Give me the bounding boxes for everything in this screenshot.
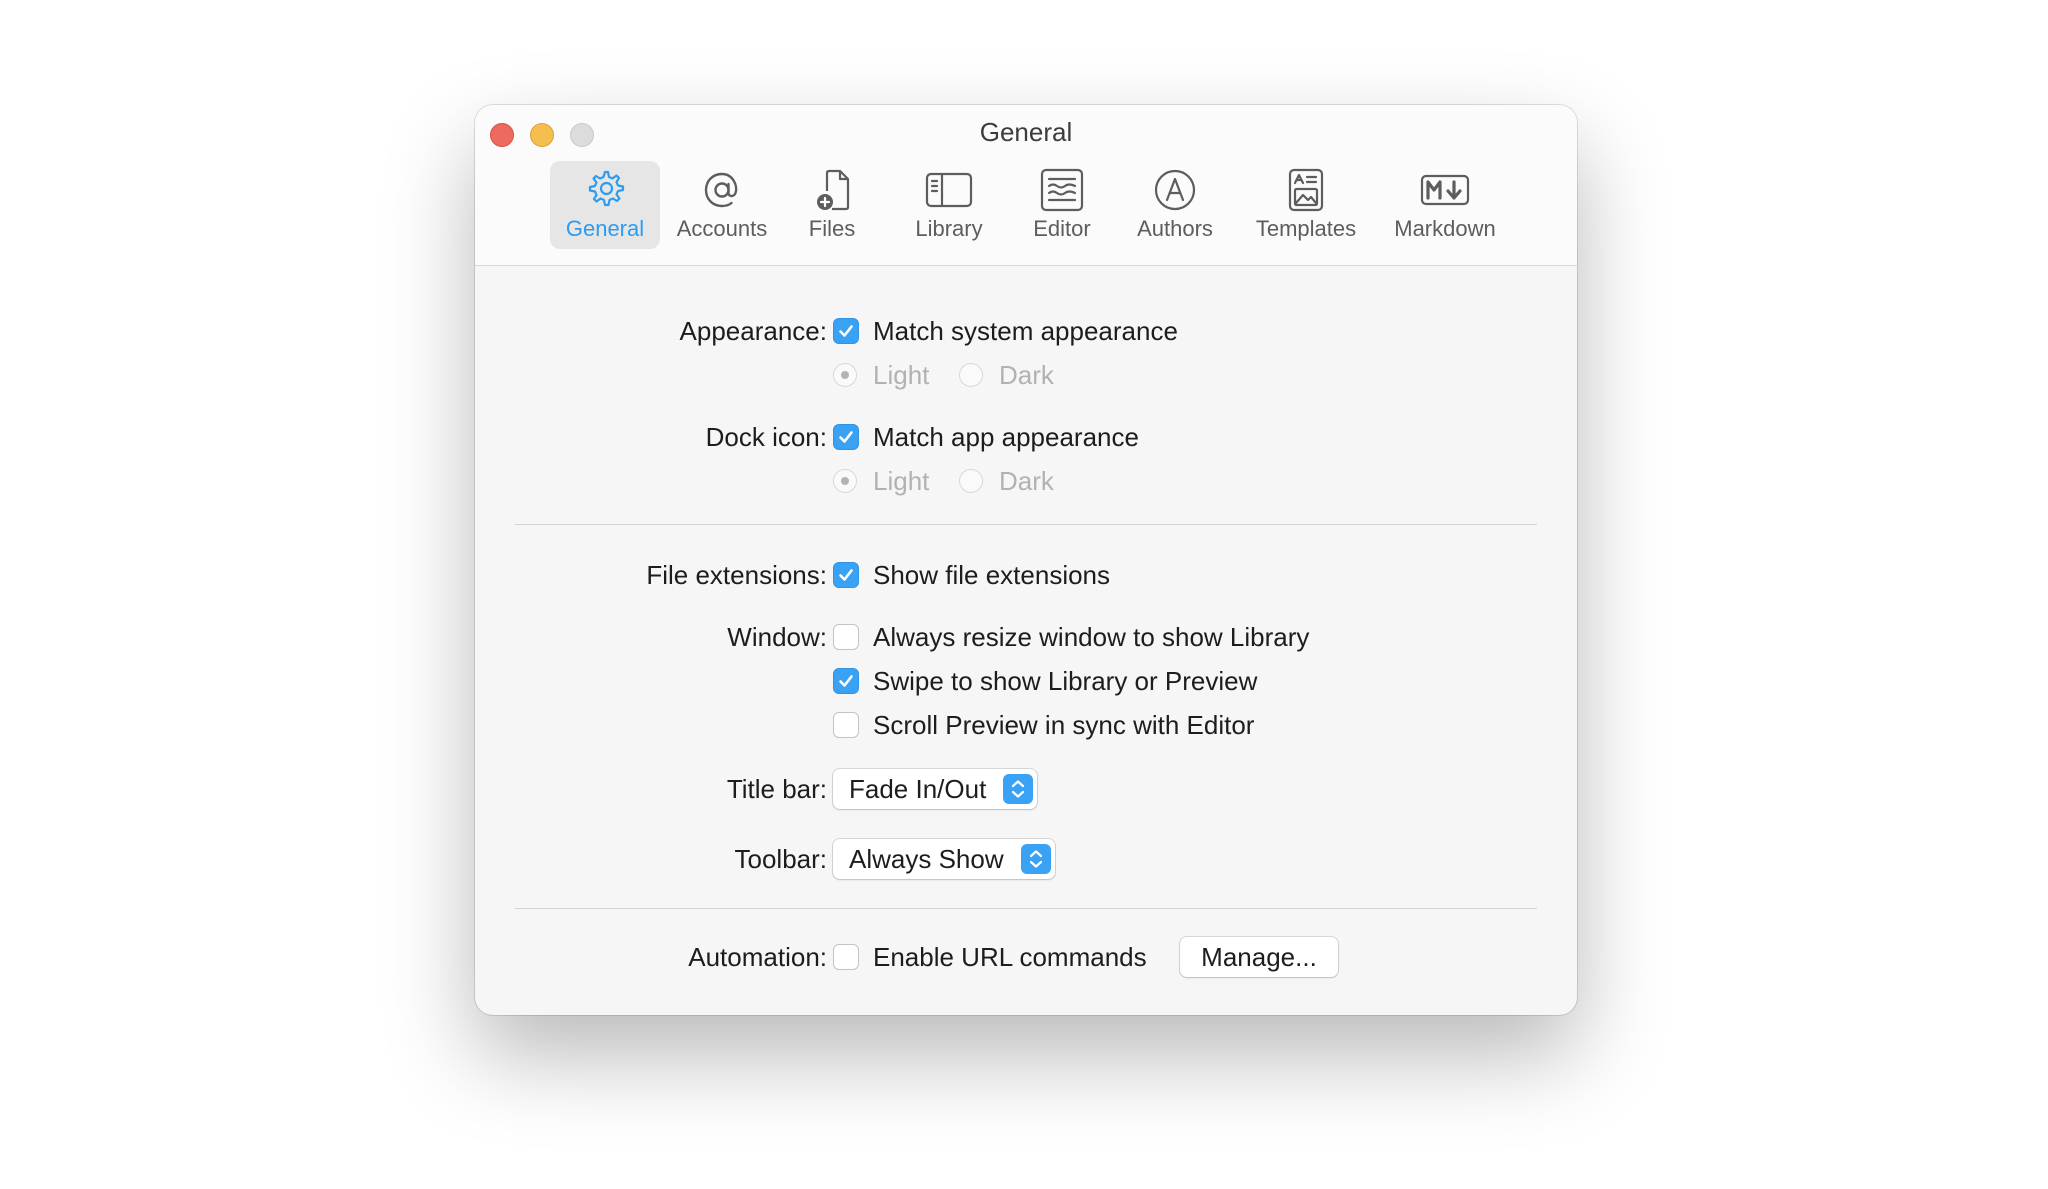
scroll-preview-sync-checkbox[interactable] [833,712,859,738]
tab-general[interactable]: General [550,161,660,249]
dock-light-label: Light [873,466,930,496]
tab-library-label: Library [915,216,983,241]
window-label: Window: [727,622,827,652]
sidebar-icon [924,167,974,213]
show-file-extensions-label: Show file extensions [873,560,1111,590]
tab-files-label: Files [808,216,856,241]
appearance-dark-radio[interactable] [959,363,983,387]
tab-markdown[interactable]: Markdown [1375,161,1515,249]
toolbar-value: Always Show [849,844,1004,874]
always-resize-window-checkbox[interactable] [833,624,859,650]
checkmark-icon [839,675,853,687]
tab-authors-label: Authors [1137,216,1213,241]
appearance-light-radio[interactable] [833,363,857,387]
file-extensions-label: File extensions: [646,560,827,590]
tab-templates-label: Templates [1255,216,1357,241]
window-title: General [979,117,1073,147]
tab-accounts-label: Accounts [676,216,768,241]
tab-library[interactable]: Library [899,161,999,249]
match-app-appearance-label: Match app appearance [873,422,1139,452]
author-circle-icon [1150,167,1200,213]
enable-url-commands-label: Enable URL commands [873,942,1147,972]
checkmark-icon [839,325,853,337]
swipe-to-show-library-checkbox[interactable] [833,668,859,694]
tab-authors[interactable]: Authors [1125,161,1225,249]
template-icon [1281,167,1331,213]
checkmark-icon [839,431,853,443]
swipe-to-show-library-label: Swipe to show Library or Preview [873,666,1258,696]
match-system-appearance-label: Match system appearance [873,316,1178,346]
toolbar-label: Toolbar: [734,844,828,874]
tab-editor-label: Editor [1033,216,1091,241]
title-bar-value: Fade In/Out [849,774,987,804]
always-resize-window-label: Always resize window to show Library [873,622,1310,652]
titlebar-toolbar: General General Accounts Files Library E… [475,105,1577,266]
enable-url-commands-checkbox[interactable] [833,944,859,970]
markdown-icon [1420,167,1470,213]
gear-icon [580,167,630,213]
section-divider [515,908,1537,909]
tab-editor[interactable]: Editor [1017,161,1107,249]
match-system-appearance-checkbox[interactable] [833,318,859,344]
dock-icon-label: Dock icon: [705,422,827,452]
section-divider [515,524,1537,525]
tab-accounts[interactable]: Accounts [667,161,777,249]
file-add-icon [807,167,857,213]
appearance-dark-label: Dark [999,360,1054,390]
at-sign-icon [697,167,747,213]
document-lines-icon [1037,167,1087,213]
dock-dark-radio[interactable] [959,469,983,493]
preferences-window: General General Accounts Files Library E… [475,105,1577,1015]
appearance-label: Appearance: [679,316,827,346]
match-app-appearance-checkbox[interactable] [833,424,859,450]
title-bar-label: Title bar: [726,774,827,804]
toolbar-popup[interactable]: Always Show [833,839,1055,879]
appearance-light-label: Light [873,360,930,390]
scroll-preview-sync-label: Scroll Preview in sync with Editor [873,710,1255,740]
tab-markdown-label: Markdown [1394,216,1496,241]
automation-label: Automation: [688,942,827,972]
tab-general-label: General [565,216,645,241]
show-file-extensions-checkbox[interactable] [833,562,859,588]
dock-dark-label: Dark [999,466,1054,496]
manage-button[interactable]: Manage... [1180,937,1338,977]
title-bar-popup[interactable]: Fade In/Out [833,769,1037,809]
checkmark-icon [839,569,853,581]
tab-files[interactable]: Files [792,161,872,249]
dock-light-radio[interactable] [833,469,857,493]
chevron-up-down-icon [1003,774,1033,804]
tab-templates[interactable]: Templates [1248,161,1364,249]
chevron-up-down-icon [1021,844,1051,874]
